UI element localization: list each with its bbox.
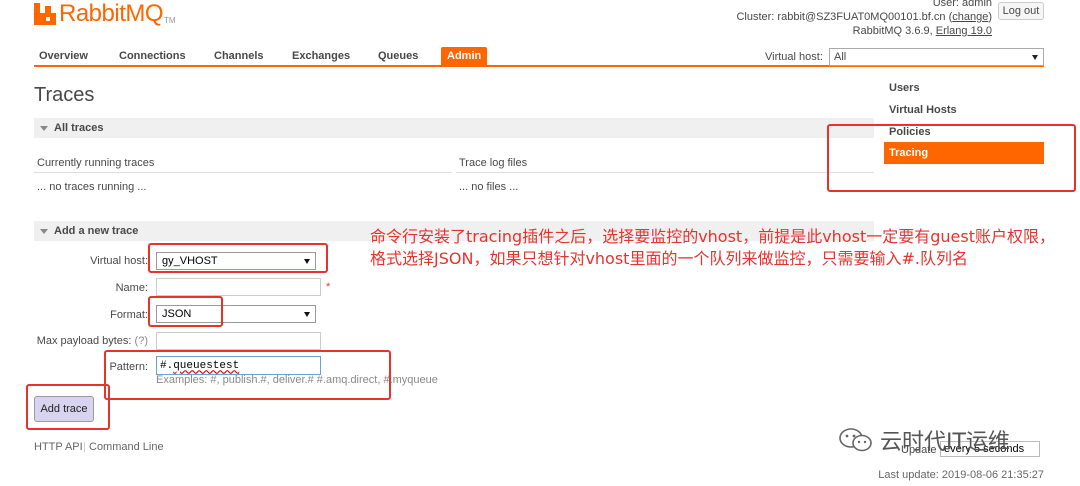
tab-queues[interactable]: Queues	[378, 50, 418, 62]
logo-text: RabbitMQ	[59, 0, 164, 27]
watermark-text: 云时代IT运维	[880, 430, 1010, 455]
vhost-filter-select[interactable]: All	[829, 48, 1044, 66]
cluster-info: Cluster: rabbit@SZ3FUAT0MQ00101.bf.cn (c…	[736, 11, 992, 23]
all-traces-section-toggle[interactable]: All traces	[34, 118, 874, 138]
watermark: 云时代IT运维	[838, 424, 1010, 456]
running-traces-divider	[34, 172, 452, 173]
rabbitmq-logo-icon	[34, 3, 56, 25]
tab-exchanges[interactable]: Exchanges	[292, 50, 350, 62]
logout-button[interactable]: Log out	[998, 2, 1044, 20]
trace-log-files-header: Trace log files	[459, 157, 528, 169]
highlight-box-pattern	[104, 350, 391, 400]
annotation-note: 命令行安装了tracing插件之后，选择要监控的vhost，前提是此vhost一…	[370, 227, 1055, 268]
running-traces-empty: ... no traces running ...	[37, 181, 147, 193]
highlight-box-vhost	[148, 243, 328, 273]
login-info: User: admin Cluster: rabbit@SZ3FUAT0MQ00…	[736, 0, 992, 38]
collapse-triangle-icon	[40, 228, 48, 234]
footer-separator: |	[83, 441, 86, 453]
trace-log-files-empty: ... no files ...	[459, 181, 519, 193]
trace-log-divider	[456, 172, 874, 173]
trace-name-input[interactable]	[156, 278, 321, 296]
version-info: RabbitMQ 3.6.9, Erlang 19.0	[852, 25, 992, 37]
running-traces-header: Currently running traces	[37, 157, 155, 169]
sidebar-item-virtual-hosts[interactable]: Virtual Hosts	[889, 104, 957, 116]
erlang-version-link[interactable]: Erlang 19.0	[936, 25, 992, 37]
highlight-box-tracing	[827, 124, 1076, 192]
command-line-link[interactable]: Command Line	[89, 441, 164, 453]
tab-channels[interactable]: Channels	[214, 50, 264, 62]
trace-vhost-label: Virtual host:	[90, 255, 148, 267]
tab-connections[interactable]: Connections	[119, 50, 186, 62]
max-payload-label: Max payload bytes: (?)	[36, 335, 148, 347]
highlight-box-add-trace	[26, 384, 110, 430]
logo-trademark: TM	[164, 15, 176, 25]
collapse-triangle-icon	[40, 125, 48, 131]
required-mark: *	[326, 281, 331, 293]
sidebar-item-users[interactable]: Users	[889, 82, 920, 94]
rabbitmq-logo: RabbitMQ TM	[34, 0, 176, 28]
tab-admin[interactable]: Admin	[441, 47, 488, 65]
current-user: User: admin	[932, 0, 992, 9]
change-cluster-link[interactable]: change	[952, 11, 988, 23]
page-title: Traces	[34, 84, 95, 106]
tab-overview[interactable]: Overview	[39, 50, 88, 62]
chevron-down-icon	[1032, 54, 1038, 60]
http-api-link[interactable]: HTTP API	[34, 441, 83, 453]
last-update-timestamp: Last update: 2019-08-06 21:35:27	[878, 469, 1044, 481]
trace-format-label: Format:	[110, 309, 148, 321]
trace-name-label: Name:	[115, 282, 148, 294]
highlight-box-format	[148, 296, 223, 327]
chevron-down-icon	[304, 311, 310, 317]
help-icon[interactable]: (?)	[135, 335, 148, 347]
max-payload-input[interactable]	[156, 332, 321, 350]
vhost-filter-label: Virtual host:	[765, 51, 823, 63]
wechat-icon	[839, 428, 872, 452]
